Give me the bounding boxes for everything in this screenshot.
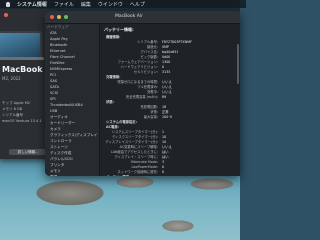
detail-heading: バッテリー情報: [104,27,134,32]
scrollbar[interactable] [237,44,239,84]
sidebar-item[interactable]: 電源 [45,174,99,176]
menu-edit[interactable]: 編集 [81,1,91,8]
system-information-window: MacBook Air ハードウェア ATA Apple Pay Bluetooth E… [45,11,240,176]
minimize-button[interactable] [57,15,61,19]
menu-window[interactable]: ウインドウ [98,1,123,8]
window-titlebar: MacBook Air [45,11,240,24]
more-info-button[interactable]: 詳しい情報... [9,149,47,155]
model-subtitle: M2, 2022 [2,76,21,81]
menu-app-name[interactable]: システム情報 [17,1,47,8]
laptop-base [0,57,44,60]
window-controls [50,15,68,19]
menu-file[interactable]: ファイル [54,1,74,8]
laptop-icon [0,31,42,59]
apple-menu-icon[interactable] [6,1,10,7]
window-title: MacBook Air [115,14,143,19]
sidebar: ハードウェア ATA Apple Pay Bluetooth Ethernet Fibre… [45,24,100,176]
close-button[interactable] [4,13,8,17]
menu-bar: システム情報 ファイル 編集 ウインドウ ヘルプ [0,0,246,8]
zoom-button[interactable] [64,15,68,19]
detail-pane: バッテリー情報: 機種情報: シリアル番号: F8Y2TK03P7XNMF 製造元: S… [100,24,240,176]
detail-row: バッテリー電源: [100,175,240,176]
detail-rows: 機種情報: シリアル番号: F8Y2TK03P7XNMF 製造元: SMP デバイス名: b… [100,35,240,176]
close-button[interactable] [50,15,54,19]
detail-key: バッテリー電源: [100,175,168,176]
menu-help[interactable]: ヘルプ [130,1,145,8]
